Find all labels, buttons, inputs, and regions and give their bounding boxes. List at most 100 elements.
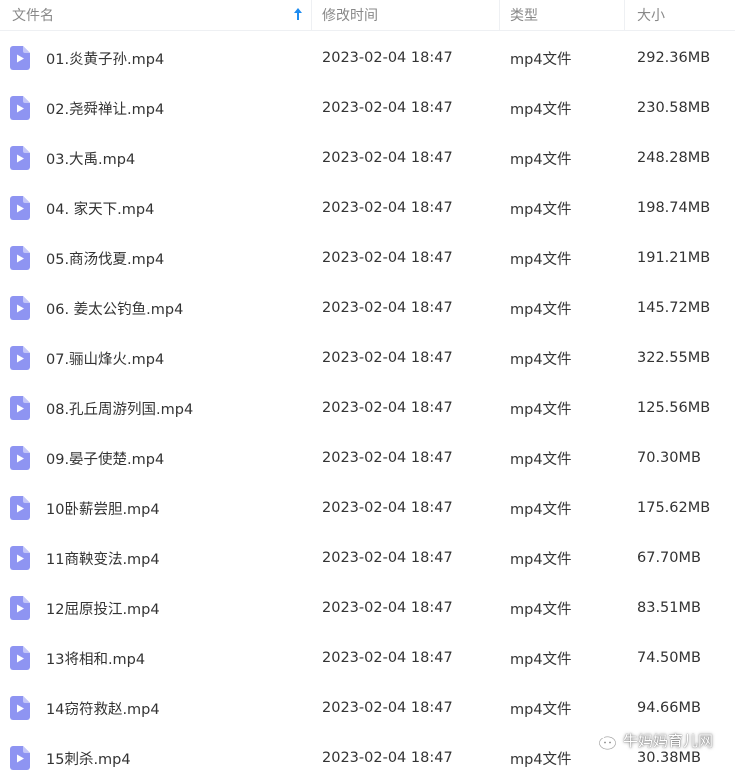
video-file-icon bbox=[10, 346, 30, 370]
file-date: 2023-02-04 18:47 bbox=[322, 200, 453, 216]
video-file-icon bbox=[10, 646, 30, 670]
file-name: 07.骊山烽火.mp4 bbox=[46, 351, 165, 368]
file-name-cell[interactable]: 09.晏子使楚.mp4 bbox=[0, 446, 311, 470]
file-name: 01.炎黄子孙.mp4 bbox=[46, 51, 165, 68]
file-name: 03.大禹.mp4 bbox=[46, 151, 136, 168]
file-row[interactable]: 09.晏子使楚.mp4 2023-02-04 18:47 mp4文件 70.30… bbox=[0, 433, 735, 483]
file-row[interactable]: 10卧薪尝胆.mp4 2023-02-04 18:47 mp4文件 175.62… bbox=[0, 483, 735, 533]
file-name: 13将相和.mp4 bbox=[46, 651, 146, 668]
file-row[interactable]: 08.孔丘周游列国.mp4 2023-02-04 18:47 mp4文件 125… bbox=[0, 383, 735, 433]
file-rows: 01.炎黄子孙.mp4 2023-02-04 18:47 mp4文件 292.3… bbox=[0, 33, 735, 783]
file-name: 06. 姜太公钓鱼.mp4 bbox=[46, 301, 184, 318]
column-header-date[interactable]: 修改时间 bbox=[311, 0, 499, 30]
file-type: mp4文件 bbox=[510, 451, 572, 468]
file-name-cell[interactable]: 02.尧舜禅让.mp4 bbox=[0, 96, 311, 120]
video-file-icon bbox=[10, 396, 30, 420]
video-file-icon bbox=[10, 296, 30, 320]
file-type: mp4文件 bbox=[510, 401, 572, 418]
file-size: 145.72MB bbox=[637, 300, 711, 316]
file-size: 70.30MB bbox=[637, 450, 701, 466]
file-name: 09.晏子使楚.mp4 bbox=[46, 451, 165, 468]
file-name: 05.商汤伐夏.mp4 bbox=[46, 251, 165, 268]
file-name-cell[interactable]: 01.炎黄子孙.mp4 bbox=[0, 46, 311, 70]
file-row[interactable]: 06. 姜太公钓鱼.mp4 2023-02-04 18:47 mp4文件 145… bbox=[0, 283, 735, 333]
file-size: 322.55MB bbox=[637, 350, 711, 366]
file-size: 125.56MB bbox=[637, 400, 711, 416]
file-size: 83.51MB bbox=[637, 600, 701, 616]
file-name-cell[interactable]: 15刺杀.mp4 bbox=[0, 746, 311, 770]
file-name-cell[interactable]: 14窃符救赵.mp4 bbox=[0, 696, 311, 720]
file-name: 12屈原投江.mp4 bbox=[46, 601, 160, 618]
file-row[interactable]: 12屈原投江.mp4 2023-02-04 18:47 mp4文件 83.51M… bbox=[0, 583, 735, 633]
file-date: 2023-02-04 18:47 bbox=[322, 550, 453, 566]
file-row[interactable]: 14窃符救赵.mp4 2023-02-04 18:47 mp4文件 94.66M… bbox=[0, 683, 735, 733]
file-date: 2023-02-04 18:47 bbox=[322, 100, 453, 116]
file-row[interactable]: 04. 家天下.mp4 2023-02-04 18:47 mp4文件 198.7… bbox=[0, 183, 735, 233]
file-name: 08.孔丘周游列国.mp4 bbox=[46, 401, 194, 418]
file-date: 2023-02-04 18:47 bbox=[322, 500, 453, 516]
file-date: 2023-02-04 18:47 bbox=[322, 150, 453, 166]
file-date: 2023-02-04 18:47 bbox=[322, 600, 453, 616]
video-file-icon bbox=[10, 446, 30, 470]
file-date: 2023-02-04 18:47 bbox=[322, 700, 453, 716]
video-file-icon bbox=[10, 746, 30, 770]
file-list: 文件名 修改时间 类型 大小 01.炎黄子孙.mp4 2023-02-04 18… bbox=[0, 0, 735, 772]
file-type: mp4文件 bbox=[510, 151, 572, 168]
file-size: 292.36MB bbox=[637, 50, 711, 66]
video-file-icon bbox=[10, 596, 30, 620]
file-row[interactable]: 07.骊山烽火.mp4 2023-02-04 18:47 mp4文件 322.5… bbox=[0, 333, 735, 383]
file-row[interactable]: 03.大禹.mp4 2023-02-04 18:47 mp4文件 248.28M… bbox=[0, 133, 735, 183]
file-name: 10卧薪尝胆.mp4 bbox=[46, 501, 160, 518]
file-name-cell[interactable]: 13将相和.mp4 bbox=[0, 646, 311, 670]
file-size: 74.50MB bbox=[637, 650, 701, 666]
file-name-cell[interactable]: 03.大禹.mp4 bbox=[0, 146, 311, 170]
file-size: 175.62MB bbox=[637, 500, 711, 516]
file-type: mp4文件 bbox=[510, 251, 572, 268]
file-date: 2023-02-04 18:47 bbox=[322, 250, 453, 266]
file-type: mp4文件 bbox=[510, 201, 572, 218]
file-type: mp4文件 bbox=[510, 701, 572, 718]
file-row[interactable]: 01.炎黄子孙.mp4 2023-02-04 18:47 mp4文件 292.3… bbox=[0, 33, 735, 83]
file-size: 67.70MB bbox=[637, 550, 701, 566]
file-name-cell[interactable]: 12屈原投江.mp4 bbox=[0, 596, 311, 620]
file-type: mp4文件 bbox=[510, 51, 572, 68]
file-size: 191.21MB bbox=[637, 250, 711, 266]
file-size: 94.66MB bbox=[637, 700, 701, 716]
file-type: mp4文件 bbox=[510, 551, 572, 568]
file-name-cell[interactable]: 08.孔丘周游列国.mp4 bbox=[0, 396, 311, 420]
file-name: 14窃符救赵.mp4 bbox=[46, 701, 160, 718]
file-name: 11商鞅变法.mp4 bbox=[46, 551, 160, 568]
file-date: 2023-02-04 18:47 bbox=[322, 400, 453, 416]
file-name-cell[interactable]: 05.商汤伐夏.mp4 bbox=[0, 246, 311, 270]
file-date: 2023-02-04 18:47 bbox=[322, 650, 453, 666]
file-name-cell[interactable]: 10卧薪尝胆.mp4 bbox=[0, 496, 311, 520]
file-type: mp4文件 bbox=[510, 651, 572, 668]
video-file-icon bbox=[10, 546, 30, 570]
file-date: 2023-02-04 18:47 bbox=[322, 300, 453, 316]
file-row[interactable]: 13将相和.mp4 2023-02-04 18:47 mp4文件 74.50MB bbox=[0, 633, 735, 683]
file-row[interactable]: 05.商汤伐夏.mp4 2023-02-04 18:47 mp4文件 191.2… bbox=[0, 233, 735, 283]
file-size: 248.28MB bbox=[637, 150, 711, 166]
video-file-icon bbox=[10, 696, 30, 720]
file-name-cell[interactable]: 07.骊山烽火.mp4 bbox=[0, 346, 311, 370]
file-date: 2023-02-04 18:47 bbox=[322, 750, 453, 766]
file-name: 02.尧舜禅让.mp4 bbox=[46, 101, 165, 118]
sort-ascending-icon[interactable] bbox=[293, 7, 303, 21]
file-name-cell[interactable]: 06. 姜太公钓鱼.mp4 bbox=[0, 296, 311, 320]
file-size: 230.58MB bbox=[637, 100, 711, 116]
wechat-icon bbox=[589, 729, 616, 750]
file-name-cell[interactable]: 11商鞅变法.mp4 bbox=[0, 546, 311, 570]
video-file-icon bbox=[10, 246, 30, 270]
file-row[interactable]: 02.尧舜禅让.mp4 2023-02-04 18:47 mp4文件 230.5… bbox=[0, 83, 735, 133]
file-row[interactable]: 11商鞅变法.mp4 2023-02-04 18:47 mp4文件 67.70M… bbox=[0, 533, 735, 583]
column-header-name[interactable]: 文件名 bbox=[0, 0, 311, 30]
file-type: mp4文件 bbox=[510, 101, 572, 118]
column-header-type[interactable]: 类型 bbox=[499, 0, 624, 30]
list-header: 文件名 修改时间 类型 大小 bbox=[0, 0, 735, 31]
watermark-text: 牛妈妈育儿网 bbox=[622, 731, 713, 750]
video-file-icon bbox=[10, 196, 30, 220]
column-header-size[interactable]: 大小 bbox=[624, 0, 735, 30]
file-size: 198.74MB bbox=[637, 200, 711, 216]
file-date: 2023-02-04 18:47 bbox=[322, 350, 453, 366]
file-name-cell[interactable]: 04. 家天下.mp4 bbox=[0, 196, 311, 220]
